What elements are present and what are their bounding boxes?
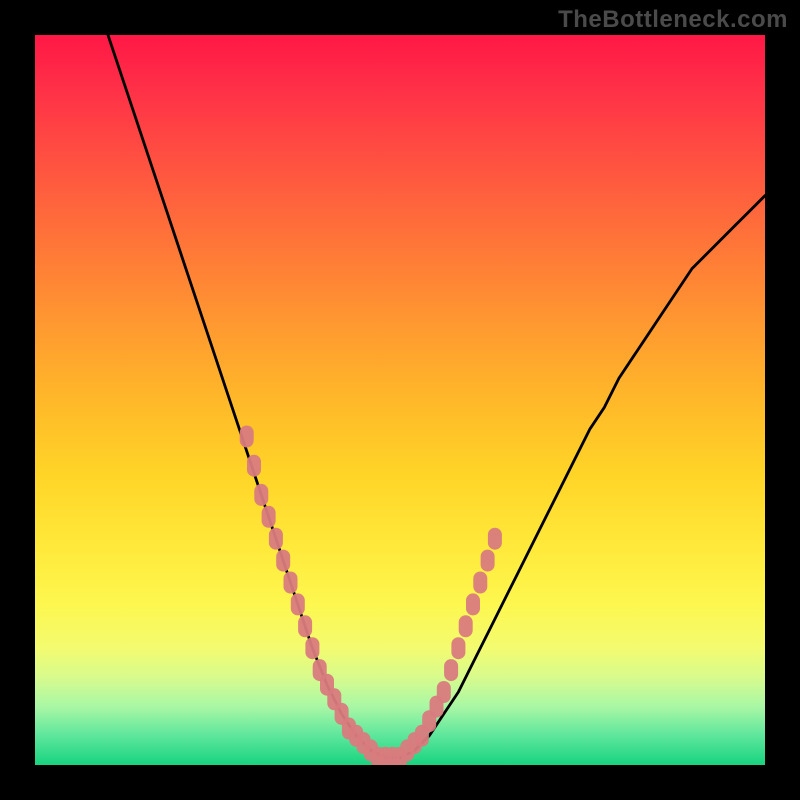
measured-point [262,506,276,528]
measured-point [276,550,290,572]
measured-points-group [240,426,502,766]
measured-point [298,615,312,637]
measured-point [247,455,261,477]
chart-stage: TheBottleneck.com [0,0,800,800]
measured-point [459,615,473,637]
measured-point [305,637,319,659]
measured-point [451,637,465,659]
measured-point [291,593,305,615]
measured-point [284,572,298,594]
measured-point [466,593,480,615]
measured-point [269,528,283,550]
measured-point [254,484,268,506]
plot-svg [35,35,765,765]
measured-point [240,426,254,448]
measured-point [488,528,502,550]
plot-frame [35,35,765,765]
measured-point [481,550,495,572]
measured-point [444,659,458,681]
watermark-text: TheBottleneck.com [558,6,788,34]
measured-point [437,681,451,703]
measured-point [473,572,487,594]
bottleneck-curve [108,35,765,758]
